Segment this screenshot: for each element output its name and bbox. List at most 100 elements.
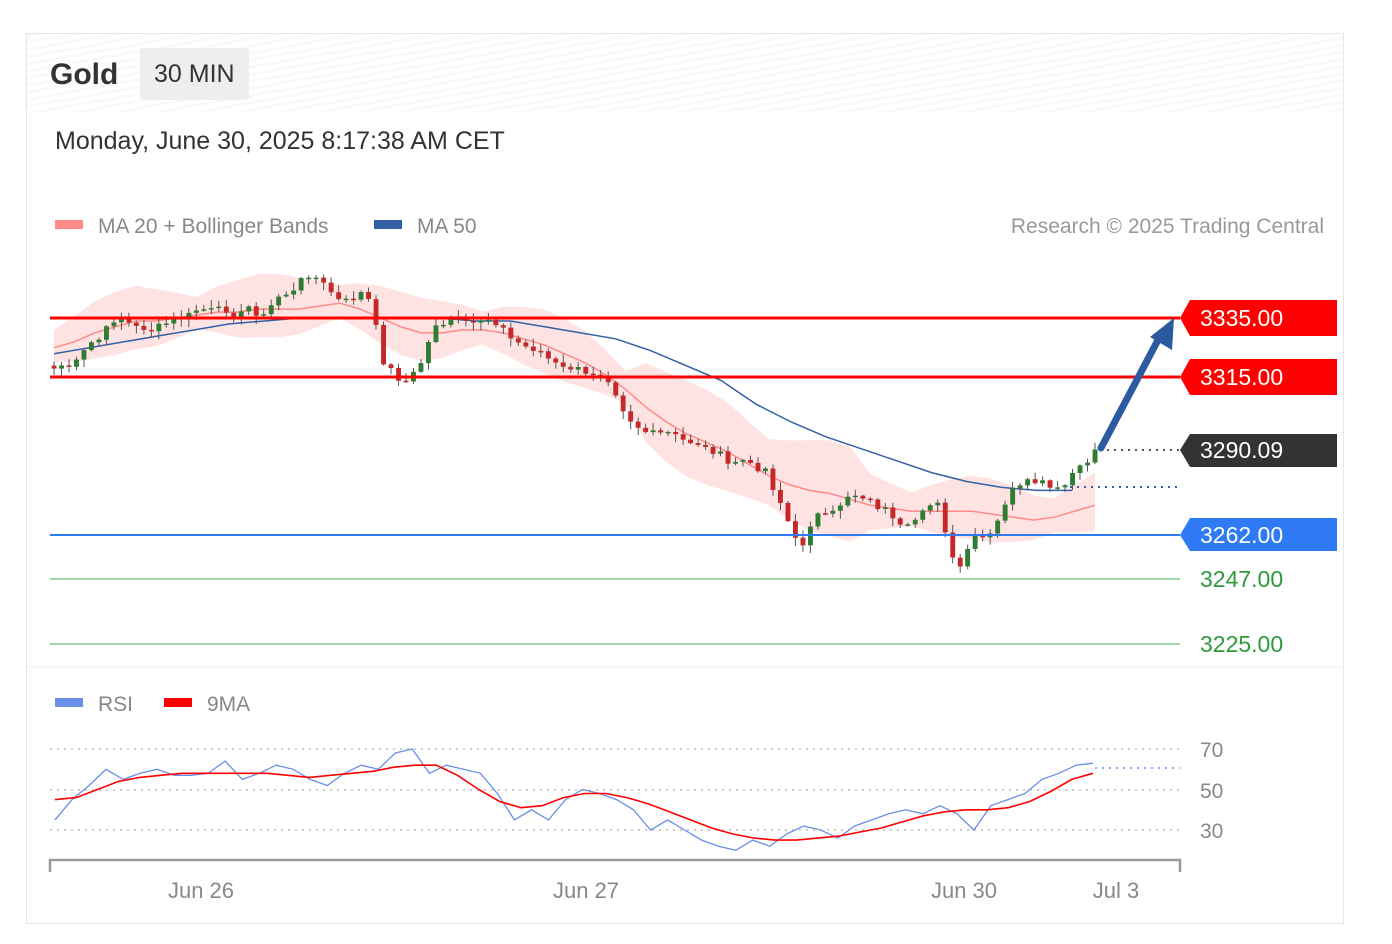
candle-bull [1017,485,1023,489]
candle-bear [403,380,409,383]
candle-bull [837,505,843,511]
candle-bull [912,519,918,525]
candle-bear [755,462,761,472]
candle-bull [74,359,79,367]
x-tick-jun26: Jun 26 [168,878,234,903]
candle-bear [223,306,229,313]
ma20-legend-swatch [55,220,83,229]
candle-bear [620,395,626,412]
candle-bull [927,505,933,511]
candle-bull [448,318,454,325]
candle-bull [852,495,858,498]
candle-bull [905,524,911,526]
candle-bull [485,319,491,322]
candle-bull [59,365,64,369]
candle-bear [388,364,394,368]
candle-bear [381,324,386,365]
candle-bear [748,459,753,463]
price-tag-s2-label: 3247.00 [1200,566,1283,592]
candle-bull [972,534,978,549]
candle-bear [515,338,521,343]
candle-bull [935,502,941,506]
candle-bull [201,309,207,311]
candle-bear [695,443,701,445]
candle-bull [1010,488,1016,505]
bollinger-band [54,273,1095,543]
candle-bull [156,323,162,332]
candle-bear [396,368,401,381]
candle-bull [246,306,252,312]
candle-bear [890,507,896,519]
candle-bear [673,431,679,435]
candle-bull [163,323,169,325]
price-tag-r2: 3315.00 [1180,359,1337,395]
candle-bear [538,350,544,353]
candle-bull [920,510,926,520]
ma20-legend-label: MA 20 + Bollinger Bands [98,215,329,238]
rsi-ma-line [54,764,1094,841]
candle-bull [283,294,289,297]
candle-bull [815,513,821,527]
candle-bull [313,277,319,280]
candle-bull [89,342,94,351]
candle-bear [51,365,57,369]
rsi-tick-30: 30 [1200,820,1223,843]
candle-bear [823,513,828,515]
candle-bull [575,367,581,370]
price-tag-r1: 3335.00 [1180,300,1337,336]
rsi-tick-50: 50 [1200,780,1223,803]
x-tick-jun27: Jun 27 [553,878,619,903]
candle-bull [441,324,446,327]
candle-bear [613,382,619,396]
candle-bull [291,290,297,295]
candle-bull [1092,449,1098,463]
candle-bull [111,322,117,327]
price-tag-r2-label: 3315.00 [1200,364,1283,390]
candle-bear [680,434,686,440]
candle-bear [133,322,139,326]
candle-bear [321,277,327,283]
x-tick-jun30: Jun 30 [931,878,997,903]
rsi-line [54,748,1094,851]
candle-bear [710,447,716,454]
candle-bear [957,557,963,567]
candle-bull [1085,462,1090,466]
candle-bull [478,320,484,323]
time-axis [48,858,1182,872]
candle-bull [1025,479,1031,486]
candle-bull [261,314,267,316]
candle-bull [306,277,312,280]
candle-bear [336,292,342,300]
candle-bull [1077,465,1083,473]
candle-bear [545,351,551,359]
candle-bear [66,365,72,367]
candle-bull [1002,504,1008,521]
candle-bull [845,496,851,506]
candle-bear [141,325,147,330]
candle-bear [942,502,948,533]
candle-bear [867,498,873,501]
candle-bull [276,296,282,306]
rsi-ma-legend-swatch [164,698,192,707]
candle-bull [965,549,971,567]
candle-bull [343,298,349,301]
candle-bear [725,451,731,464]
candle-bear [471,320,476,323]
price-tag-current: 3290.09 [1180,434,1337,467]
candle-bull [193,310,199,313]
ma50-legend-swatch [374,220,402,229]
price-tag-r1-label: 3335.00 [1200,305,1283,331]
candle-bear [875,499,881,510]
candle-bear [493,319,499,326]
candle-bull [1040,480,1045,484]
copyright-label: Research © 2025 Trading Central [1011,215,1324,238]
candle-bear [1047,480,1053,488]
rsi-tick-70: 70 [1200,739,1223,762]
candle-bear [860,495,866,499]
candle-bull [216,306,222,309]
candle-bull [418,363,424,372]
candle-bull [733,461,738,464]
candle-bear [643,427,649,433]
rsi-legend-swatch [55,698,83,707]
x-tick-jul3: Jul 3 [1093,878,1139,903]
